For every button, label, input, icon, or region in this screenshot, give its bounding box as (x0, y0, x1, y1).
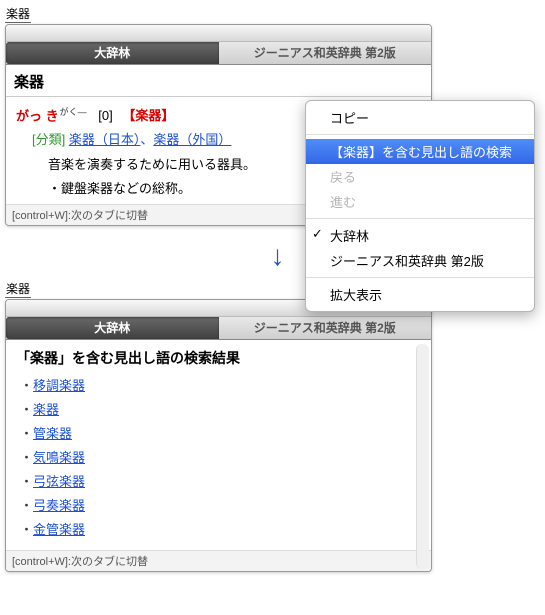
tab-daijirin[interactable]: 大辞林 (6, 42, 219, 64)
reading-kanji: 【楽器】 (122, 108, 174, 123)
menu-dict-genius[interactable]: ジーニアス和英辞典 第2版 (306, 248, 534, 273)
menu-search-headword[interactable]: 【楽器】を含む見出し語の検索 (306, 139, 534, 164)
list-item: ・管楽器 (20, 422, 417, 446)
reading-ruby: がく― (60, 107, 87, 117)
list-item: ・弓弦楽器 (20, 470, 417, 494)
tab-genius[interactable]: ジーニアス和英辞典 第2版 (219, 42, 432, 64)
classification-link-jp[interactable]: 楽器（日本） (69, 132, 141, 147)
menu-separator (306, 134, 534, 135)
search-results-list: ・移調楽器 ・楽器 ・管楽器 ・気鳴楽器 ・弓弦楽器 ・弓奏楽器 ・金管楽器 (6, 374, 431, 550)
result-link[interactable]: 弓弦楽器 (33, 474, 85, 489)
tab-bar: 大辞林 ジーニアス和英辞典 第2版 (6, 42, 431, 65)
result-link[interactable]: 気鳴楽器 (33, 450, 85, 465)
search-results-title: 「楽器」を含む見出し語の検索結果 (6, 340, 431, 374)
classification-label: [分類] (32, 132, 65, 147)
menu-separator (306, 277, 534, 278)
menu-separator (306, 218, 534, 219)
dictionary-window-2: 大辞林 ジーニアス和英辞典 第2版 「楽器」を含む見出し語の検索結果 ・移調楽器… (5, 299, 432, 572)
check-icon: ✓ (312, 226, 323, 242)
result-link[interactable]: 管楽器 (33, 426, 72, 441)
menu-dict-daijirin[interactable]: ✓ 大辞林 (306, 223, 534, 248)
context-menu: コピー 【楽器】を含む見出し語の検索 戻る 進む ✓ 大辞林 ジーニアス和英辞典… (305, 100, 535, 312)
result-link[interactable]: 移調楽器 (33, 378, 85, 393)
reading-kana: がっ き (16, 108, 59, 123)
result-link[interactable]: 弓奏楽器 (33, 498, 85, 513)
titlebar[interactable] (6, 25, 431, 42)
menu-zoom[interactable]: 拡大表示 (306, 282, 534, 307)
menu-copy[interactable]: コピー (306, 105, 534, 130)
list-item: ・金管楽器 (20, 518, 417, 542)
list-item: ・弓奏楽器 (20, 494, 417, 518)
classification-link-foreign[interactable]: 楽器（外国） (153, 132, 231, 147)
result-link[interactable]: 金管楽器 (33, 522, 85, 537)
window-label: 楽器 (5, 5, 31, 23)
result-link[interactable]: 楽器 (33, 402, 59, 417)
shortcut-hint: [control+W]:次のタブに切替 (6, 550, 431, 571)
list-item: ・移調楽器 (20, 374, 417, 398)
list-item: ・楽器 (20, 398, 417, 422)
window-label: 楽器 (5, 280, 31, 298)
accent-index: [0] (98, 108, 112, 123)
menu-back: 戻る (306, 164, 534, 189)
menu-dict-daijirin-label: 大辞林 (330, 229, 369, 244)
menu-forward: 進む (306, 189, 534, 214)
tab-daijirin[interactable]: 大辞林 (6, 317, 219, 339)
list-item: ・気鳴楽器 (20, 446, 417, 470)
scrollbar[interactable] (416, 344, 429, 569)
tab-genius[interactable]: ジーニアス和英辞典 第2版 (219, 317, 432, 339)
classification-sep: 、 (140, 132, 153, 147)
tab-bar: 大辞林 ジーニアス和英辞典 第2版 (6, 317, 431, 340)
headword: 楽器 (6, 65, 431, 97)
